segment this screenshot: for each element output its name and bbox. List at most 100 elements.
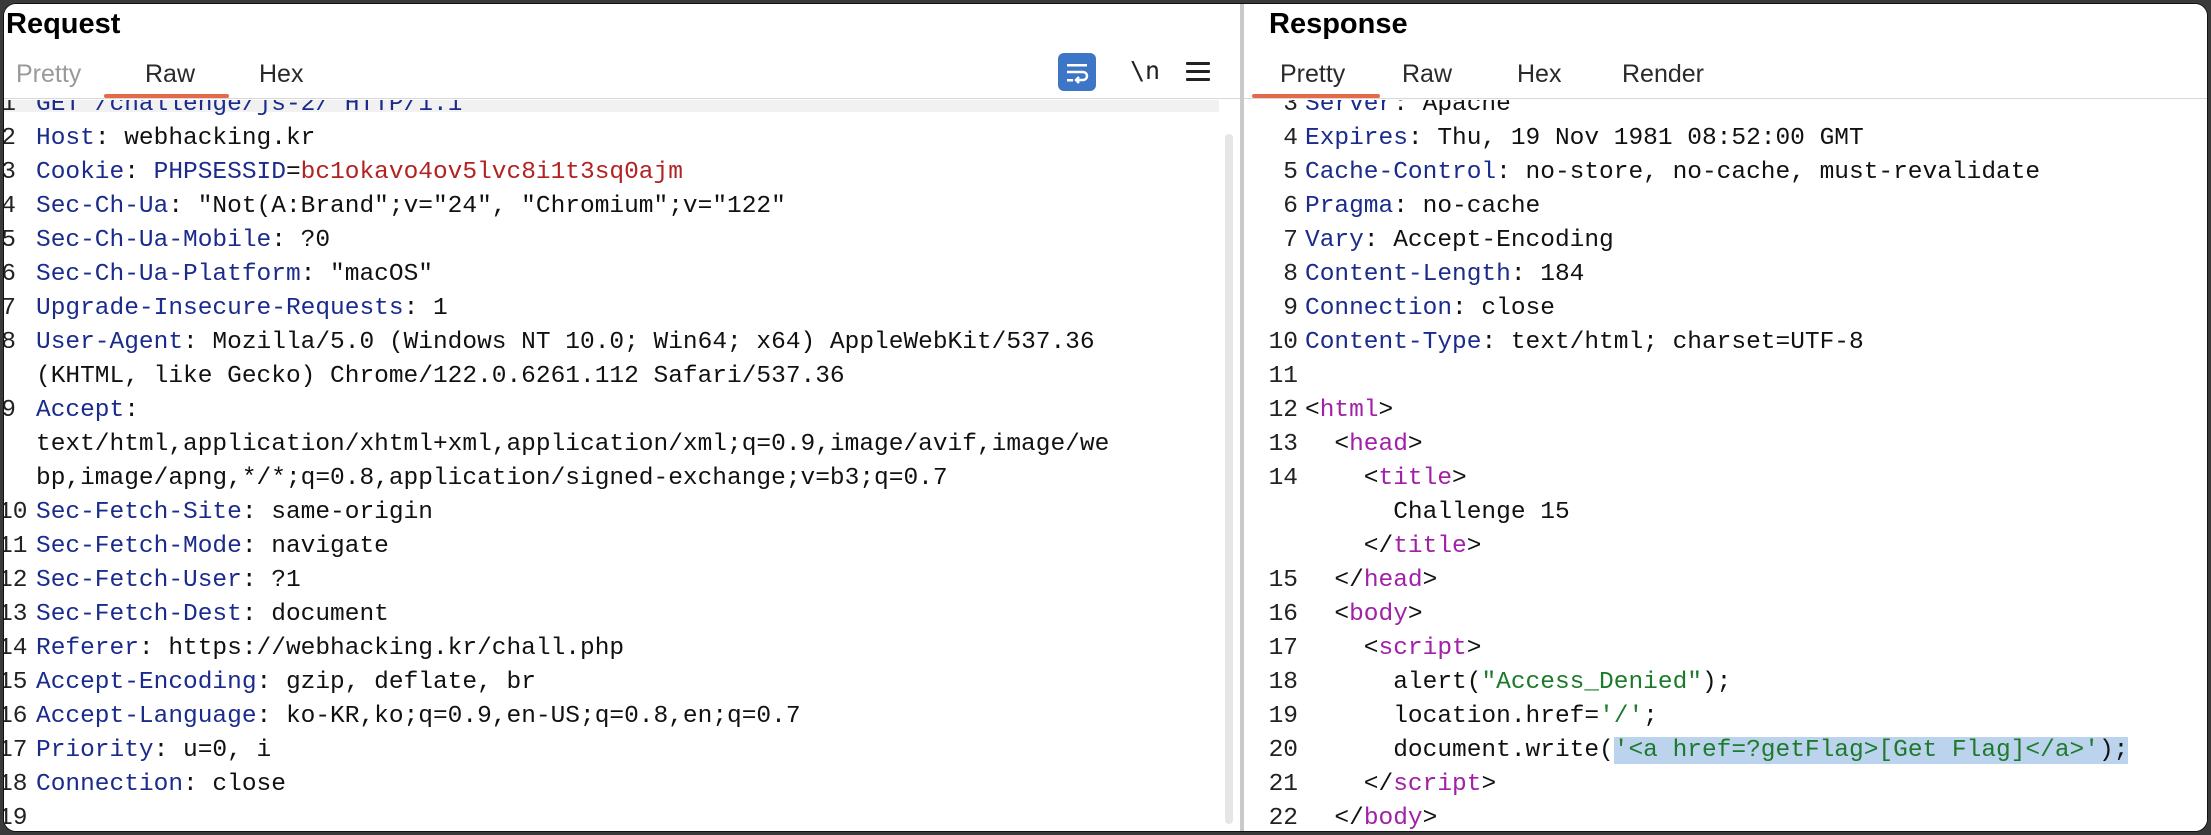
line-number: 14: [1268, 465, 1298, 492]
request-editor[interactable]: 1 GET /challenge/js-2/ HTTP/1.1 2 Host: web…: [4, 100, 1240, 831]
request-scrollbar[interactable]: [1225, 134, 1233, 824]
code-text: Sec-Fetch-Mode: navigate: [36, 530, 389, 564]
cookie-equals: =: [285, 159, 301, 186]
line-number: 7: [4, 295, 16, 322]
hamburger-menu-icon[interactable]: [1186, 60, 1210, 84]
response-editor[interactable]: 3 Server: Apache 4 Expires: Thu, 19 Nov 198…: [1244, 100, 2207, 831]
header-value: :: [124, 159, 154, 186]
code-text: Content-Type: text/html; charset=UTF-8: [1305, 326, 1864, 360]
code-token: <: [1305, 601, 1350, 628]
header-name: Pragma: [1305, 193, 1394, 220]
tab-response-hex[interactable]: Hex: [1517, 54, 1561, 94]
code-text: </head>: [1305, 564, 1437, 598]
header-name: Content-Length: [1305, 261, 1511, 288]
header-name: Connection: [1305, 295, 1453, 322]
line-number: 20: [1268, 737, 1298, 764]
header-value: : text/html; charset=UTF-8: [1481, 329, 1864, 356]
html-tag-name: script: [1393, 771, 1482, 798]
tab-request-hex[interactable]: Hex: [259, 54, 303, 94]
string-literal: '/': [1599, 703, 1644, 730]
html-tag-name: head: [1363, 567, 1423, 594]
header-value: : 1: [403, 295, 448, 322]
code-token: <: [1305, 465, 1379, 492]
request-title: Request: [6, 8, 121, 40]
header-name: Server: [1305, 100, 1394, 118]
line-number: 6: [1283, 193, 1298, 220]
code-token: >: [1466, 635, 1482, 662]
code-token: </: [1305, 805, 1364, 831]
line-number: 8: [4, 329, 16, 356]
line-number: 1: [4, 100, 16, 118]
tab-request-raw[interactable]: Raw: [145, 54, 195, 94]
header-value: : https://webhacking.kr/chall.php: [138, 635, 625, 662]
line-number: 19: [4, 805, 28, 831]
code-token: >: [1481, 771, 1497, 798]
line-number: 5: [1283, 159, 1298, 186]
code-text: </title>: [1305, 530, 1482, 564]
code-token: >: [1378, 397, 1394, 424]
tab-response-raw[interactable]: Raw: [1402, 54, 1452, 94]
header-name: Cookie: [36, 159, 125, 186]
header-name: Sec-Ch-Ua-Mobile: [36, 227, 272, 254]
header-value: : no-store, no-cache, must-revalidate: [1496, 159, 2041, 186]
code-text: Cookie: PHPSESSID=bc1okavo4ov5lvc8i1t3sq…: [36, 156, 683, 190]
http-message-editor: Request Pretty Raw Hex \n 1 GET /challeng…: [4, 4, 2207, 831]
header-value: (KHTML, like Gecko) Chrome/122.0.6261.11…: [36, 363, 845, 390]
header-value: text/html,application/xhtml+xml,applicat…: [36, 431, 1110, 458]
code-text: Accept-Language: ko-KR,ko;q=0.9,en-US;q=…: [36, 700, 801, 734]
header-name: Expires: [1305, 125, 1408, 152]
header-name: Priority: [36, 737, 154, 764]
header-value: : "Not(A:Brand";v="24", "Chromium";v="12…: [168, 193, 786, 220]
code-text: <head>: [1305, 428, 1422, 462]
code-token: >: [1422, 567, 1438, 594]
code-text: <script>: [1305, 632, 1482, 666]
header-value: : u=0, i: [153, 737, 272, 764]
tab-divider: [1244, 98, 2207, 99]
tab-divider: [4, 98, 1240, 99]
line-number: 8: [1283, 261, 1298, 288]
code-token: Challenge 15: [1305, 499, 1570, 526]
code-token: >: [1422, 805, 1438, 831]
code-text: text/html,application/xhtml+xml,applicat…: [36, 428, 1109, 462]
code-text: Cache-Control: no-store, no-cache, must-…: [1305, 156, 2040, 190]
header-name: Sec-Ch-Ua-Platform: [36, 261, 301, 288]
code-text: <title>: [1305, 462, 1467, 496]
code-text: <body>: [1305, 598, 1423, 632]
line-number: 12: [1268, 397, 1298, 424]
show-newlines-button[interactable]: \n: [1130, 56, 1160, 85]
cookie-value: bc1okavo4ov5lvc8i1t3sq0ajm: [300, 159, 683, 186]
response-pane: Response Pretty Raw Hex Render 3 Server: …: [1244, 4, 2207, 831]
line-number: 13: [4, 601, 28, 628]
code-text: </body>: [1305, 802, 1437, 831]
header-value: : document: [241, 601, 389, 628]
code-token: >: [1452, 465, 1467, 492]
code-text: Challenge 15: [1305, 496, 1570, 530]
header-value: : navigate: [241, 533, 389, 560]
string-literal: "Access_Denied": [1481, 669, 1702, 696]
line-number: 12: [4, 567, 28, 594]
header-value: : ko-KR,ko;q=0.9,en-US;q=0.8,en;q=0.7: [256, 703, 801, 730]
selected-text: '<a href=?getFlag>[Get Flag]</a>': [1613, 737, 2099, 764]
line-number: 13: [1268, 431, 1298, 458]
code-text: <html>: [1305, 394, 1393, 428]
header-value: : ?0: [271, 227, 331, 254]
header-value: : Mozilla/5.0 (Windows NT 10.0; Win64; x…: [183, 329, 1095, 356]
tab-response-pretty[interactable]: Pretty: [1280, 54, 1345, 94]
code-token: ;: [1643, 703, 1658, 730]
header-name: Sec-Fetch-User: [36, 567, 242, 594]
header-name: Accept: [36, 397, 125, 424]
code-text: alert("Access_Denied");: [1305, 666, 1731, 700]
line-number: 15: [4, 669, 28, 696]
code-text: User-Agent: Mozilla/5.0 (Windows NT 10.0…: [36, 326, 1095, 360]
code-token: document.write(: [1305, 737, 1614, 764]
line-number: 11: [4, 533, 28, 560]
code-text: Referer: https://webhacking.kr/chall.php: [36, 632, 624, 666]
header-name: Sec-Fetch-Dest: [36, 601, 242, 628]
header-name: Sec-Fetch-Mode: [36, 533, 242, 560]
tab-request-pretty[interactable]: Pretty: [16, 54, 81, 94]
header-value: : same-origin: [241, 499, 433, 526]
wrap-lines-button[interactable]: [1058, 53, 1096, 91]
line-number: 11: [1268, 363, 1298, 390]
code-token: >: [1407, 601, 1423, 628]
tab-response-render[interactable]: Render: [1622, 54, 1704, 94]
